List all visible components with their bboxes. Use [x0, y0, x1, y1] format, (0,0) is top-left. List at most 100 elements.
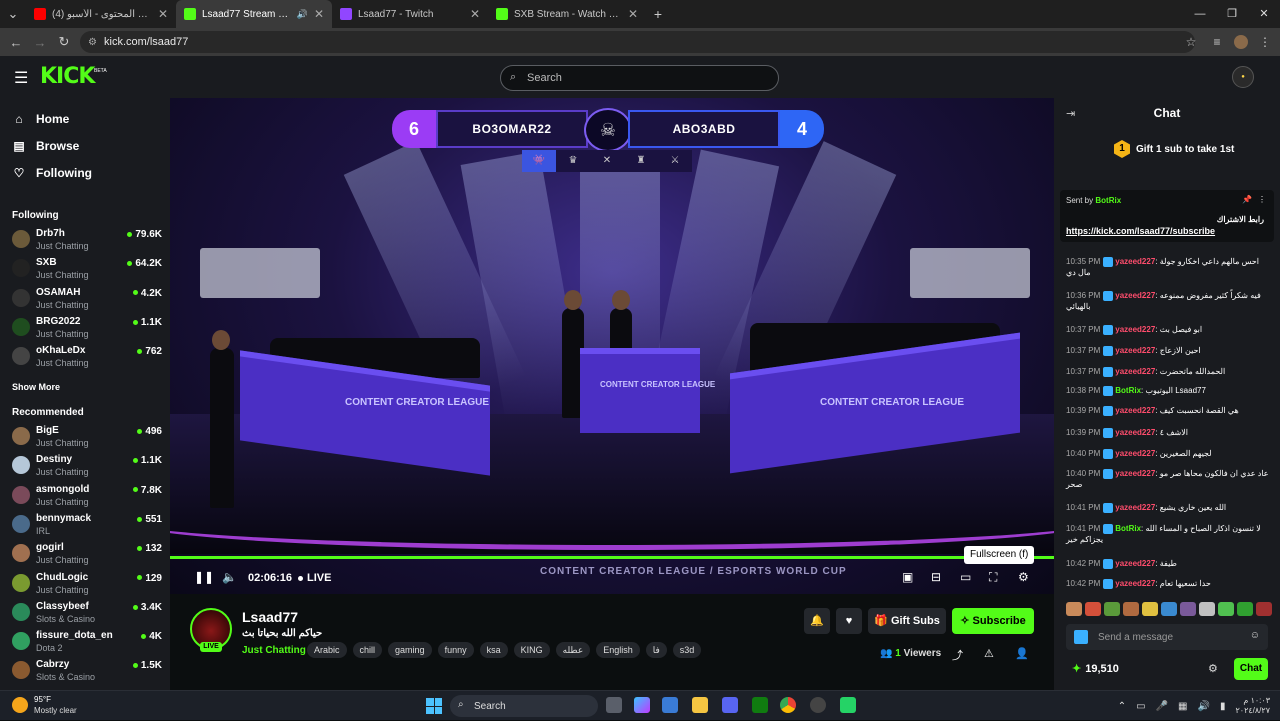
tag-chip[interactable]: s3d — [672, 642, 702, 658]
pip-icon[interactable]: ▣ — [902, 570, 913, 584]
pinned-link[interactable]: https://kick.com/lsaad77/subscribe — [1066, 226, 1215, 236]
kick-logo[interactable]: KICK — [40, 64, 95, 89]
report-icon[interactable]: ⚠ — [984, 647, 994, 660]
chat-send-button[interactable]: Chat — [1234, 658, 1268, 680]
video-player[interactable]: CONTENT CREATOR LEAGUE CONTENT CREATOR L… — [170, 98, 1054, 594]
xbox-icon[interactable] — [752, 697, 768, 713]
message-username[interactable]: yazeed227 — [1115, 559, 1155, 568]
tag-chip[interactable]: gaming — [388, 642, 432, 658]
settings-gear-icon[interactable]: ⚙ — [1018, 570, 1029, 584]
nav-browse[interactable]: ▤ Browse — [12, 139, 79, 153]
channel-item[interactable]: fissure_dota_en Dota 2 4K — [12, 628, 162, 656]
channel-item[interactable]: oKhaLeDx Just Chatting 762 — [12, 343, 162, 371]
emote-icon[interactable] — [1066, 602, 1082, 616]
close-tab-icon[interactable]: ✕ — [470, 7, 480, 21]
channel-item[interactable]: OSAMAH Just Chatting 4.2K — [12, 285, 162, 313]
browser-tab-lsaad77-kick[interactable]: Lsaad77 Stream - Watch Live 🔊 ✕ — [176, 0, 332, 28]
clip-icon[interactable]: ⊟ — [931, 570, 941, 584]
tag-chip[interactable]: funny — [437, 642, 474, 658]
recorder-icon[interactable] — [810, 697, 826, 713]
chat-settings-icon[interactable]: ⚙ — [1208, 662, 1218, 675]
channel-item[interactable]: ChudLogic Just Chatting 129 — [12, 570, 162, 598]
channel-item[interactable]: Cabrzy Slots & Casino 1.5K — [12, 657, 162, 685]
emote-icon[interactable] — [1123, 602, 1139, 616]
speaker-icon[interactable]: 🔊 — [297, 9, 308, 20]
emote-icon[interactable] — [1161, 602, 1177, 616]
channel-item[interactable]: asmongold Just Chatting 7.8K — [12, 482, 162, 510]
volume-tray-icon[interactable]: 🔊 — [1198, 701, 1210, 712]
channel-item[interactable]: Drb7h Just Chatting 79.6K — [12, 226, 162, 254]
message-username[interactable]: yazeed227 — [1115, 325, 1155, 334]
theater-mode-icon[interactable]: ▭ — [960, 570, 971, 584]
message-username[interactable]: yazeed227 — [1115, 291, 1155, 300]
battery-icon[interactable]: ▮ — [1220, 701, 1226, 712]
close-tab-icon[interactable]: ✕ — [314, 7, 324, 21]
new-tab-button[interactable]: + — [646, 6, 670, 22]
nav-home[interactable]: ⌂ Home — [12, 112, 69, 126]
stream-category[interactable]: Just Chatting — [242, 645, 306, 656]
forward-icon[interactable]: → — [28, 35, 52, 50]
message-username[interactable]: BotRix — [1115, 524, 1141, 533]
show-more-button[interactable]: Show More — [12, 382, 60, 392]
emote-icon[interactable] — [1237, 602, 1253, 616]
microphone-icon[interactable]: 🎤 — [1156, 701, 1168, 712]
chat-message-input[interactable]: Send a message ☺ — [1066, 624, 1268, 650]
pause-icon[interactable]: ❚❚ — [194, 570, 214, 584]
tag-chip[interactable]: Arabic — [307, 642, 347, 658]
tag-chip[interactable]: ksa — [479, 642, 508, 658]
task-view-icon[interactable] — [606, 697, 622, 713]
notification-bell-button[interactable]: 🔔 — [804, 608, 830, 634]
gift-leaderboard-banner[interactable]: 1 Gift 1 sub to take 1st — [1114, 140, 1234, 158]
emote-icon[interactable] — [1199, 602, 1215, 616]
back-icon[interactable]: ← — [4, 35, 28, 50]
fullscreen-icon[interactable]: ⛶ — [989, 570, 997, 585]
message-username[interactable]: yazeed227 — [1115, 469, 1155, 478]
tag-chip[interactable]: فا — [645, 642, 667, 658]
volume-icon[interactable]: 🔈 — [222, 570, 237, 584]
emote-icon[interactable] — [1085, 602, 1101, 616]
network-icon[interactable]: ▦ — [1178, 701, 1187, 712]
file-explorer-icon[interactable] — [692, 697, 708, 713]
message-username[interactable]: yazeed227 — [1115, 503, 1155, 512]
channel-item[interactable]: bennymack IRL 551 — [12, 511, 162, 539]
browser-tab-sxb-kick[interactable]: SXB Stream - Watch Live on Kick ✕ — [488, 0, 646, 28]
emote-icon[interactable] — [1256, 602, 1272, 616]
video-progress-bar[interactable] — [170, 556, 1054, 559]
subscribe-button[interactable]: ✧ Subscribe — [952, 608, 1034, 634]
channel-item[interactable]: Destiny Just Chatting 1.1K — [12, 452, 162, 480]
chrome-icon[interactable] — [780, 697, 796, 713]
message-username[interactable]: yazeed227 — [1115, 346, 1155, 355]
hamburger-menu-icon[interactable]: ☰ — [14, 68, 28, 88]
media-controls-icon[interactable]: ≡ — [1208, 35, 1226, 49]
message-username[interactable]: yazeed227 — [1115, 579, 1155, 588]
clock[interactable]: ١٠:٠٣ م ٢٠٢٤/٨/٢٧ — [1235, 696, 1270, 716]
emote-icon[interactable] — [1180, 602, 1196, 616]
follow-heart-button[interactable]: ♥ — [836, 608, 862, 634]
channel-item[interactable]: BRG2022 Just Chatting 1.1K — [12, 314, 162, 342]
url-field[interactable]: ⚙ kick.com/lsaad77 — [80, 31, 1195, 53]
channel-item[interactable]: gogirl Just Chatting 132 — [12, 540, 162, 568]
user-avatar[interactable]: ● — [1232, 66, 1254, 88]
menu-dots-icon[interactable]: ⋮ — [1256, 35, 1274, 49]
browser-tab-twitch[interactable]: Lsaad77 - Twitch ✕ — [332, 0, 488, 28]
windows-start-icon[interactable] — [426, 698, 442, 714]
bookmark-star-icon[interactable]: ☆ — [1182, 35, 1200, 49]
maximize-icon[interactable]: ❐ — [1216, 0, 1248, 28]
channel-item[interactable]: Classybeef Slots & Casino 3.4K — [12, 599, 162, 627]
nav-following[interactable]: ♡ Following — [12, 166, 92, 180]
message-username[interactable]: yazeed227 — [1115, 257, 1155, 266]
tag-chip[interactable]: chill — [352, 642, 383, 658]
emote-icon[interactable] — [1218, 602, 1234, 616]
tag-chip[interactable]: عطله — [555, 642, 591, 658]
message-username[interactable]: yazeed227 — [1115, 428, 1155, 437]
streamer-name[interactable]: Lsaad77 — [242, 609, 298, 625]
channel-points[interactable]: 19,510 — [1072, 662, 1119, 675]
user-action-icon[interactable]: 👤 — [1015, 647, 1029, 660]
channel-item[interactable]: BigE Just Chatting 496 — [12, 423, 162, 451]
whatsapp-icon[interactable] — [840, 697, 856, 713]
pinned-by-user[interactable]: BotRix — [1095, 196, 1121, 205]
emote-icon[interactable] — [1142, 602, 1158, 616]
gift-subs-button[interactable]: 🎁 Gift Subs — [868, 608, 946, 634]
emote-icon[interactable] — [1104, 602, 1120, 616]
tab-search-icon[interactable]: ⌄ — [0, 6, 26, 22]
